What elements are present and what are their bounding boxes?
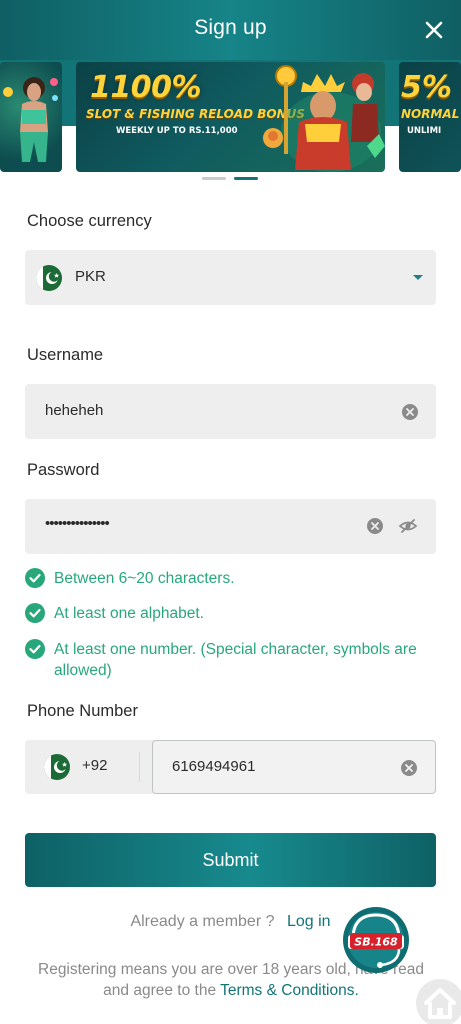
currency-select[interactable]: PKR [25, 250, 436, 305]
promo-characters-image [263, 65, 385, 172]
password-rule-text: At least one alphabet. [54, 605, 204, 622]
pakistan-flag-icon [44, 754, 70, 780]
home-icon[interactable] [414, 977, 461, 1024]
password-rule-text: Between 6~20 characters. [54, 570, 235, 587]
clear-icon[interactable] [400, 759, 418, 777]
pakistan-flag-icon [36, 265, 62, 291]
phone-label: Phone Number [27, 702, 138, 720]
chevron-down-icon[interactable] [413, 275, 423, 280]
phone-divider [139, 752, 140, 782]
check-circle-icon [25, 568, 45, 588]
eye-off-icon[interactable] [398, 516, 418, 536]
username-value: heheheh [45, 402, 104, 419]
close-icon[interactable] [421, 17, 447, 43]
password-input[interactable]: ••••••••••••••• [25, 499, 436, 554]
page-title: Sign up [194, 16, 267, 39]
clear-icon[interactable] [401, 403, 419, 421]
app-header: Sign up [0, 0, 461, 60]
username-label: Username [27, 346, 104, 364]
clear-icon[interactable] [366, 517, 384, 535]
currency-value: PKR [75, 268, 106, 285]
banner-slide-previous[interactable] [0, 62, 62, 172]
currency-label: Choose currency [27, 212, 152, 230]
member-text: Already a member ? [130, 913, 275, 930]
phone-number-input[interactable]: 6169494961 [152, 740, 436, 794]
carousel-dot-1[interactable] [202, 177, 226, 180]
banner-next-headline: 5% [401, 70, 452, 105]
promo-model-image [3, 77, 58, 162]
support-badge-text: SB.168 [354, 936, 398, 949]
banner-note: WEEKLY UP TO RS.11,000 [116, 126, 238, 136]
login-link[interactable]: Log in [287, 913, 331, 930]
username-input[interactable]: heheheh [25, 384, 436, 439]
banner-headline: 1100% [90, 70, 202, 105]
password-label: Password [27, 461, 100, 479]
submit-button[interactable]: Submit [25, 833, 436, 887]
check-circle-icon [25, 603, 45, 623]
terms-link[interactable]: Terms & Conditions. [220, 982, 359, 999]
phone-country-code: +92 [82, 757, 108, 774]
check-circle-icon [25, 639, 45, 659]
password-rule-text: At least one number. (Special character,… [54, 641, 417, 679]
banner-next-subtitle: NORMAL [401, 107, 460, 121]
banner-next-note: UNLIMI [407, 126, 442, 136]
password-value: ••••••••••••••• [45, 515, 110, 532]
banner-slide-next[interactable]: 5% NORMAL UNLIMI [399, 62, 461, 172]
phone-number-value: 6169494961 [172, 758, 256, 775]
customer-support-icon[interactable]: SB.168 [341, 905, 411, 975]
carousel-dot-2[interactable] [234, 177, 258, 180]
banner-slide-active[interactable]: 1100% SLOT & FISHING RELOAD BONUS WEEKLY… [76, 62, 385, 172]
